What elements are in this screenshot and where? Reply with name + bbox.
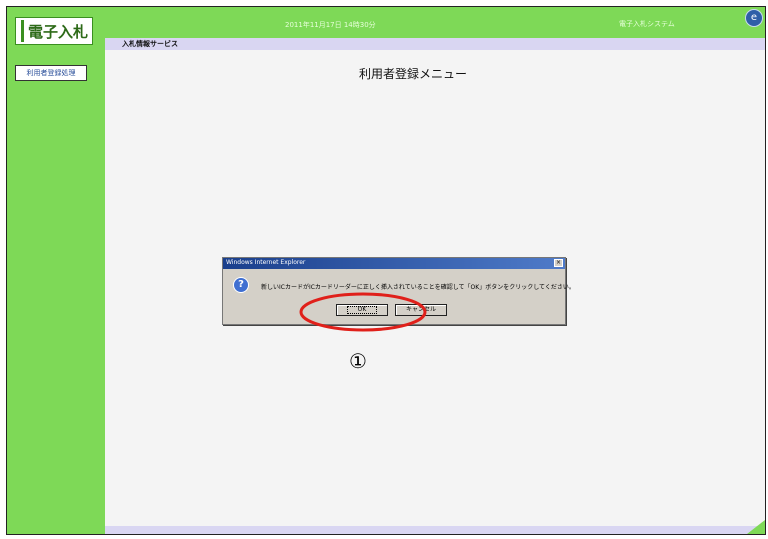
service-bar: 入札情報サービス [105, 38, 765, 50]
bottom-bar [105, 526, 765, 534]
dialog-titlebar: Windows Internet Explorer × [223, 258, 565, 269]
sidebar-item-user-registration[interactable]: 利用者登録処理 [15, 65, 87, 81]
service-label: 入札情報サービス [122, 40, 178, 48]
top-bar: 2011年11月17日 14時30分 電子入札システム e [105, 7, 765, 38]
dialog-title: Windows Internet Explorer [226, 259, 306, 266]
left-sidebar: 電子入札 利用者登録処理 [7, 7, 105, 534]
current-datetime: 2011年11月17日 14時30分 [285, 21, 376, 29]
system-name: 電子入札システム [619, 20, 675, 28]
ok-highlight-ellipse [299, 292, 427, 332]
step-marker: ① [349, 349, 367, 373]
system-globe-icon[interactable]: e [745, 9, 763, 27]
question-icon: ? [233, 277, 249, 293]
dialog-message: 新しいICカードがICカードリーダーに正しく挿入されていることを確認して「OK」… [261, 284, 575, 291]
logo-bar [21, 20, 24, 42]
corner-decoration [747, 520, 765, 534]
logo-text: 電子入札 [28, 23, 89, 41]
page-title: 利用者登録メニュー [359, 67, 468, 81]
app-logo: 電子入札 [15, 17, 93, 45]
close-icon[interactable]: × [554, 259, 563, 267]
